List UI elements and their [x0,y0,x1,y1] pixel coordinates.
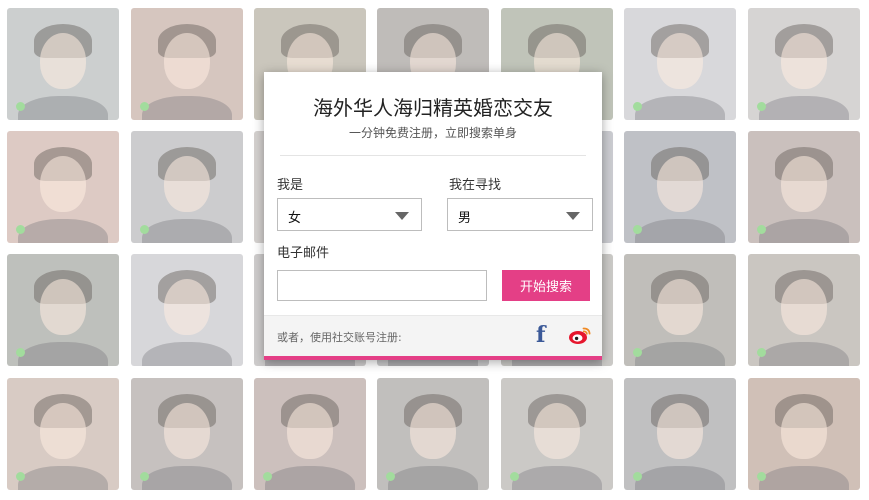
divider [280,155,586,156]
weibo-icon[interactable] [568,325,592,345]
social-signup-text: 或者，使用社交账号注册: [277,331,402,344]
signup-modal: 海外华人海归精英婚恋交友 一分钟免费注册，立即搜索单身 我是 女 我在寻找 男 … [264,72,602,360]
modal-title: 海外华人海归精英婚恋交友 [313,96,553,120]
seeking-value: 男 [458,211,472,226]
email-field[interactable] [277,270,487,301]
i-am-value: 女 [288,211,302,226]
i-am-select[interactable]: 女 [277,198,422,231]
seeking-select[interactable]: 男 [447,198,593,231]
email-label: 电子邮件 [277,246,330,261]
chevron-down-icon [566,212,580,220]
facebook-icon[interactable]: f [536,322,545,348]
seeking-label: 我在寻找 [449,178,502,193]
social-signup-bar: 或者，使用社交账号注册: f [264,315,602,356]
modal-subtitle: 一分钟免费注册，立即搜索单身 [348,126,517,140]
i-am-label: 我是 [277,178,304,193]
start-search-button[interactable]: 开始搜索 [502,270,590,301]
chevron-down-icon [395,212,409,220]
